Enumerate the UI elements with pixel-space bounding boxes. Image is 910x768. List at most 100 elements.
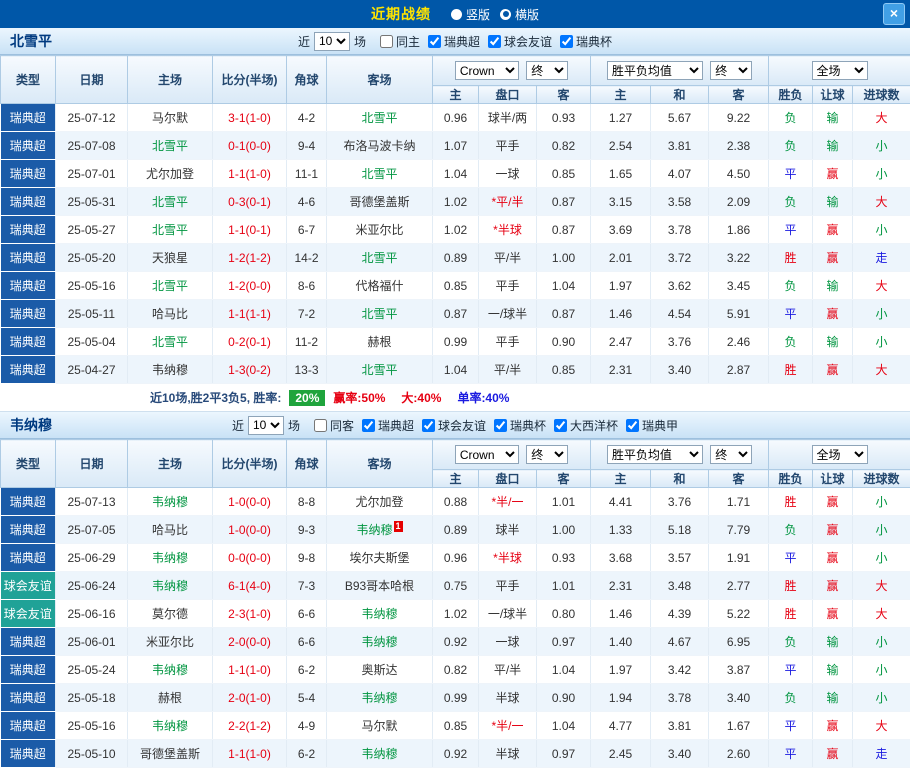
europe-home-odds: 1.46 (591, 300, 651, 328)
col-header-let: 让球 (813, 86, 853, 104)
filter-checkbox[interactable] (314, 419, 327, 432)
match-date: 25-05-04 (56, 328, 128, 356)
result-win-draw-lose: 平 (769, 740, 813, 768)
asian-handicap: *半/一 (479, 712, 537, 740)
result-handicap: 输 (813, 188, 853, 216)
bookmaker-select[interactable]: Crown (455, 61, 519, 80)
summary-stat: 单率:40% (457, 389, 509, 406)
result-win-draw-lose: 负 (769, 272, 813, 300)
recent-results-window: 近期战绩 竖版横版 × 北雪平 近 10 场 同主瑞典超球会友谊瑞典杯 (0, 0, 910, 768)
europe-stage-select[interactable]: 终 (710, 61, 752, 80)
bookmaker-select[interactable]: Crown (455, 445, 519, 464)
result-goals: 小 (853, 684, 910, 712)
match-date: 25-06-29 (56, 544, 128, 572)
match-date: 25-05-11 (56, 300, 128, 328)
filter-checkbox[interactable] (554, 419, 567, 432)
match-date: 25-05-20 (56, 244, 128, 272)
near-label: 近 (232, 417, 244, 434)
asian-home-odds: 0.82 (433, 656, 479, 684)
view-option[interactable]: 横版 (500, 6, 539, 23)
asian-home-odds: 0.92 (433, 628, 479, 656)
league-filter[interactable]: 瑞典杯 (560, 33, 612, 50)
league-filter[interactable]: 球会友谊 (488, 33, 552, 50)
match-row: 球会友谊 25-06-16 莫尔德 2-3(1-0) 6-6 韦纳穆 1.02 … (1, 600, 910, 628)
league-filter[interactable]: 瑞典甲 (626, 417, 678, 434)
corner-score: 8-6 (287, 272, 327, 300)
europe-draw-odds: 3.40 (651, 356, 709, 384)
filter-checkbox[interactable] (494, 419, 507, 432)
filter-bar: 近 10 场 同主瑞典超球会友谊瑞典杯 (298, 32, 612, 51)
close-button[interactable]: × (883, 3, 905, 25)
europe-type-select[interactable]: 胜平负均值 (607, 61, 703, 80)
asian-stage-select[interactable]: 终 (526, 445, 568, 464)
radio-icon[interactable] (500, 9, 511, 20)
result-goals: 大 (853, 600, 910, 628)
result-win-draw-lose: 负 (769, 516, 813, 544)
asian-home-odds: 0.92 (433, 740, 479, 768)
filter-checkbox[interactable] (428, 35, 441, 48)
asian-handicap: 一/球半 (479, 300, 537, 328)
home-team: 尤尔加登 (128, 160, 213, 188)
score: 1-1(1-0) (213, 656, 287, 684)
scope-select[interactable]: 全场 (812, 61, 868, 80)
league-filter[interactable]: 瑞典超 (362, 417, 414, 434)
result-win-draw-lose: 负 (769, 188, 813, 216)
view-option[interactable]: 竖版 (451, 6, 490, 23)
col-header-europe-draw: 和 (651, 86, 709, 104)
filter-checkbox[interactable] (380, 35, 393, 48)
league-badge: 瑞典超 (1, 132, 56, 160)
league-filter[interactable]: 同主 (380, 33, 420, 50)
col-header-europe-home: 主 (591, 470, 651, 488)
result-handicap: 赢 (813, 740, 853, 768)
home-team: 天狼星 (128, 244, 213, 272)
result-win-draw-lose: 平 (769, 160, 813, 188)
filter-label: 球会友谊 (438, 417, 486, 434)
europe-away-odds: 2.87 (709, 356, 769, 384)
home-team: 哈马比 (128, 300, 213, 328)
col-header-score: 比分(半场) (213, 56, 287, 104)
match-row: 瑞典超 25-06-01 米亚尔比 2-0(0-0) 6-6 韦纳穆 0.92 … (1, 628, 910, 656)
asian-stage-select[interactable]: 终 (526, 61, 568, 80)
asian-home-odds: 0.89 (433, 516, 479, 544)
league-badge: 瑞典超 (1, 684, 56, 712)
league-filter[interactable]: 瑞典杯 (494, 417, 546, 434)
window-title: 近期战绩 (371, 4, 431, 24)
asian-handicap: 平手 (479, 572, 537, 600)
match-count-select[interactable]: 10 (314, 32, 350, 51)
filter-checkbox[interactable] (626, 419, 639, 432)
europe-stage-select[interactable]: 终 (710, 445, 752, 464)
league-filter[interactable]: 瑞典超 (428, 33, 480, 50)
asian-handicap: 平/半 (479, 244, 537, 272)
league-filter[interactable]: 同客 (314, 417, 354, 434)
europe-home-odds: 1.97 (591, 656, 651, 684)
col-header-type: 类型 (1, 440, 56, 488)
score: 1-2(0-0) (213, 272, 287, 300)
europe-home-odds: 2.31 (591, 572, 651, 600)
europe-draw-odds: 3.78 (651, 684, 709, 712)
radio-icon[interactable] (451, 9, 462, 20)
filter-checkbox[interactable] (362, 419, 375, 432)
result-win-draw-lose: 胜 (769, 600, 813, 628)
asian-handicap: 平手 (479, 328, 537, 356)
corner-score: 8-8 (287, 488, 327, 516)
result-win-draw-lose: 胜 (769, 572, 813, 600)
match-row: 瑞典超 25-05-16 北雪平 1-2(0-0) 8-6 代格福什 0.85 … (1, 272, 910, 300)
result-handicap: 赢 (813, 712, 853, 740)
result-handicap: 输 (813, 628, 853, 656)
league-filter[interactable]: 球会友谊 (422, 417, 486, 434)
filter-checkbox[interactable] (422, 419, 435, 432)
match-count-select[interactable]: 10 (248, 416, 284, 435)
league-filter[interactable]: 大西洋杯 (554, 417, 618, 434)
asian-away-odds: 1.04 (537, 712, 591, 740)
result-goals: 小 (853, 216, 910, 244)
asian-handicap: 一球 (479, 160, 537, 188)
filter-checkbox[interactable] (560, 35, 573, 48)
filter-label: 同主 (396, 33, 420, 50)
filter-checkbox[interactable] (488, 35, 501, 48)
europe-type-select[interactable]: 胜平负均值 (607, 445, 703, 464)
score: 1-1(1-0) (213, 740, 287, 768)
result-handicap: 输 (813, 272, 853, 300)
scope-select[interactable]: 全场 (812, 445, 868, 464)
asian-handicap: 球半/两 (479, 104, 537, 132)
league-badge: 球会友谊 (1, 572, 56, 600)
